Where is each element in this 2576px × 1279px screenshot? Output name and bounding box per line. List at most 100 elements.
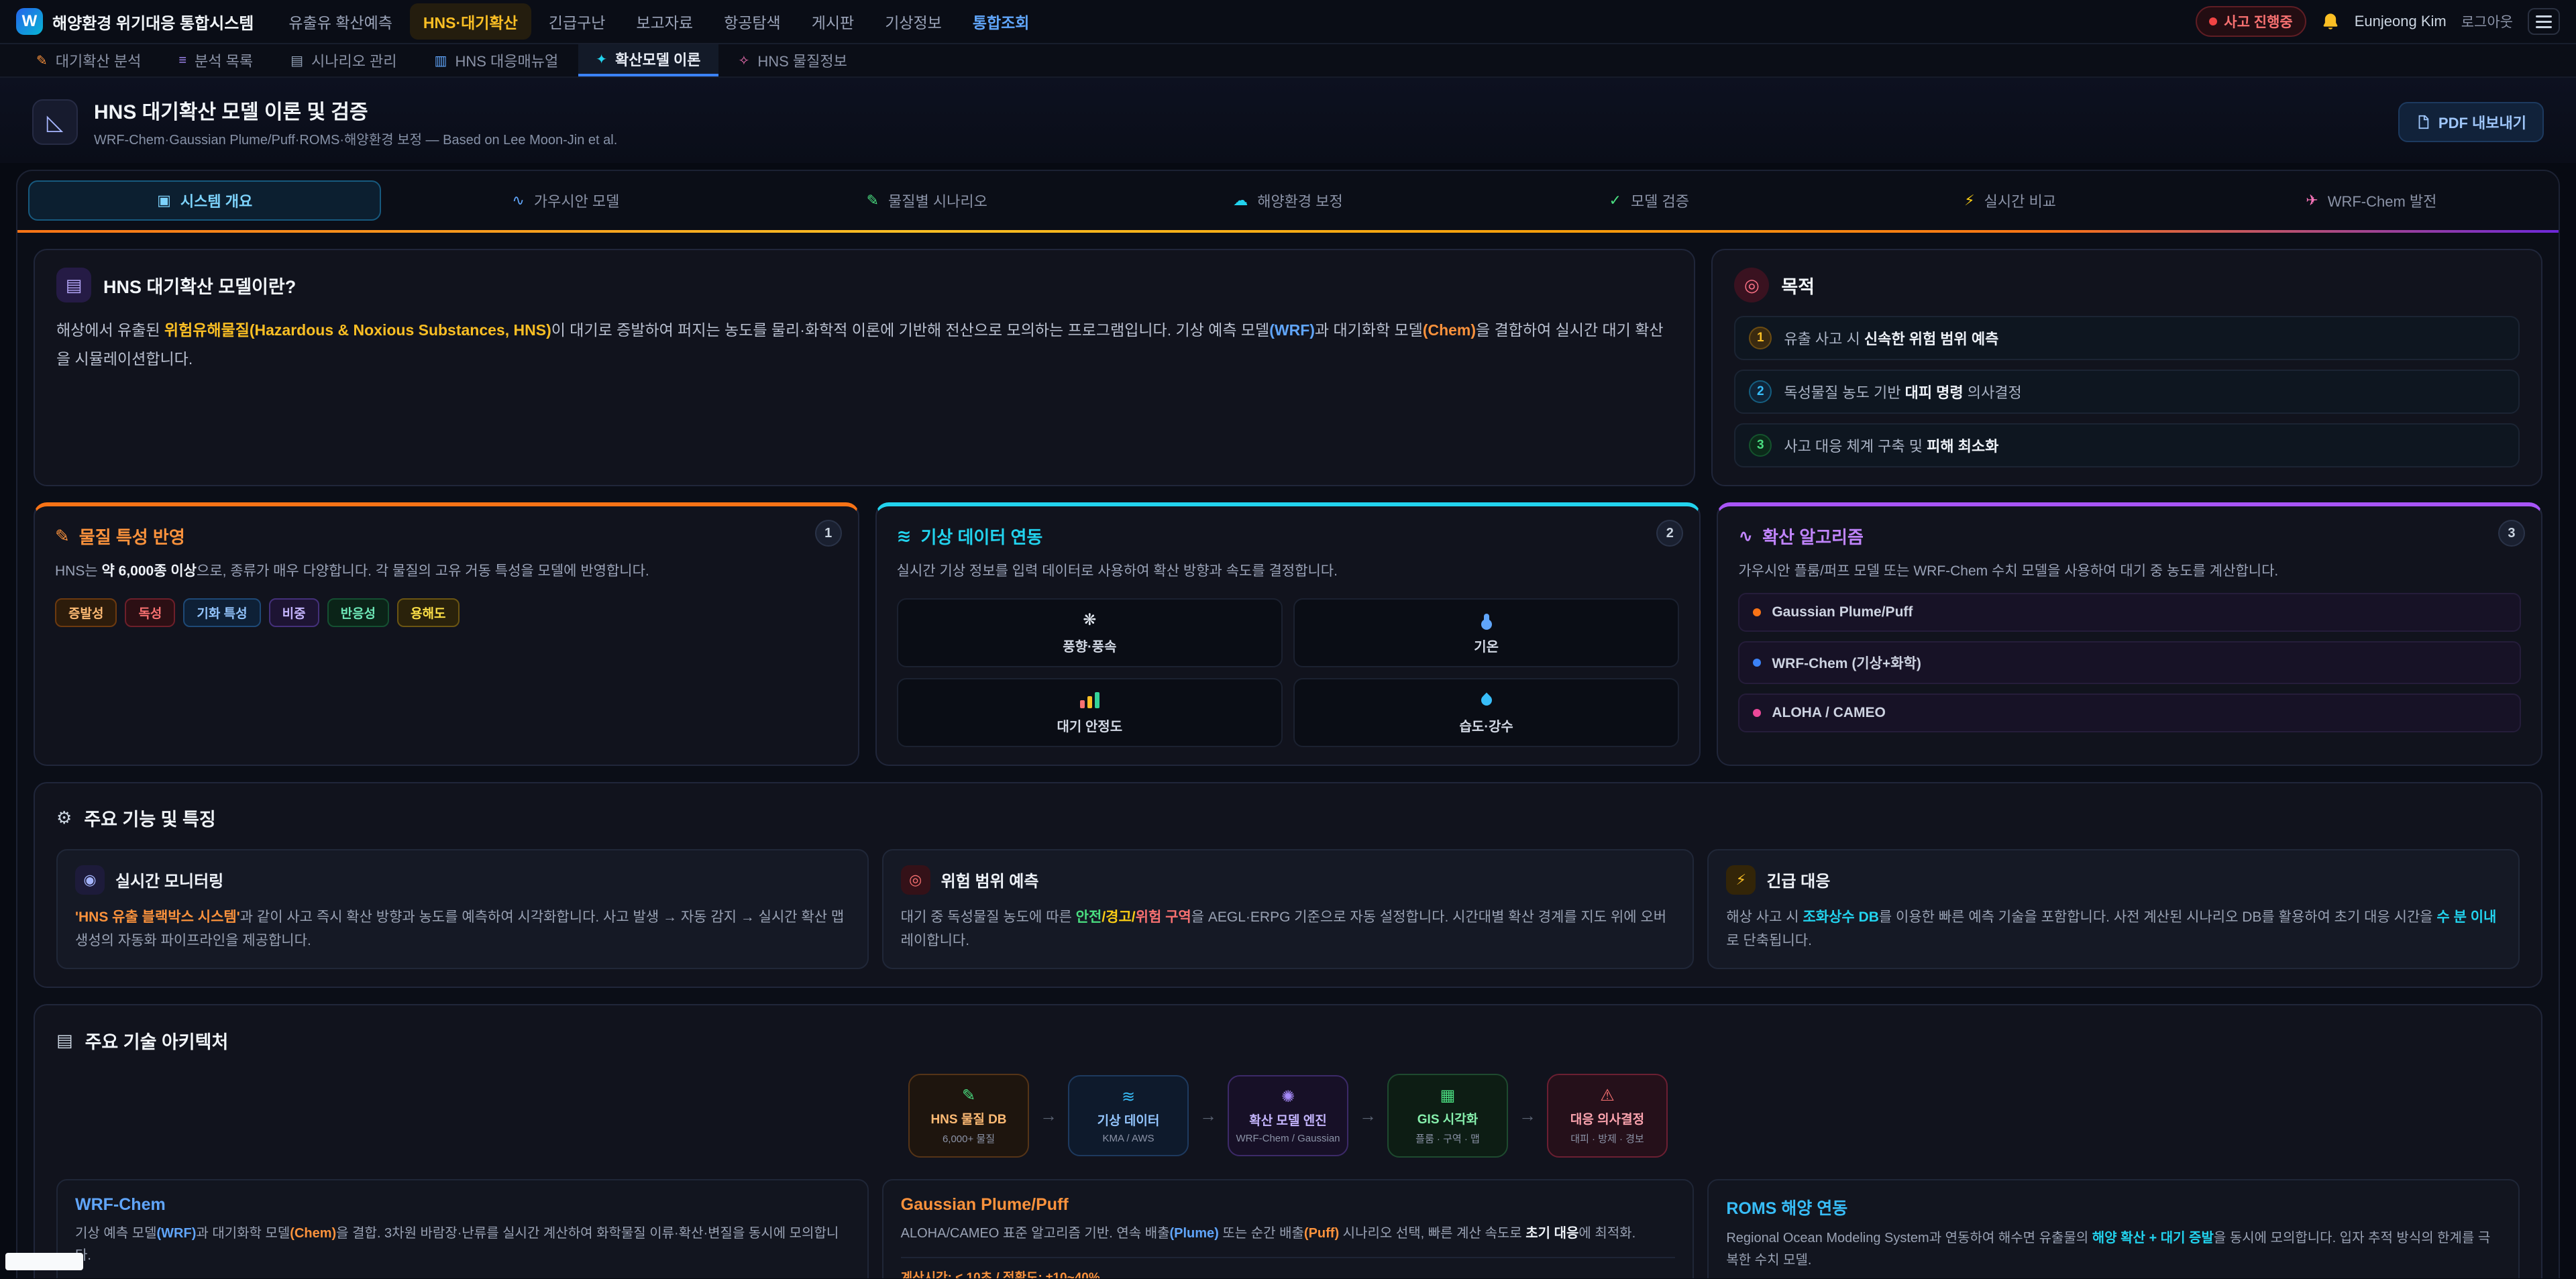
feature-title: 긴급 대응 [1766, 868, 1830, 891]
nav-item-emergency-rescue[interactable]: 긴급구난 [535, 3, 619, 40]
tab-label: WRF-Chem 발전 [2328, 190, 2437, 211]
card-title-row: ∿ 확산 알고리즘 [1738, 524, 2521, 549]
hns-highlight: 위험유해물질(Hazardous & Noxious Substances, H… [164, 321, 551, 339]
tab-label: 시스템 개요 [180, 190, 252, 211]
wind-icon: ❋ [1083, 612, 1096, 629]
top-navbar: W 해양환경 위기대응 통합시스템 유출유 확산예측 HNS·대기확산 긴급구난… [0, 0, 2576, 44]
subnav-item-air-diffusion-analysis[interactable]: ✎ 대기확산 분석 [19, 44, 158, 76]
step-badge: 1 [815, 520, 842, 547]
logout-button[interactable]: 로그아웃 [2461, 11, 2513, 32]
weather-cell-label: 대기 안정도 [1057, 716, 1123, 735]
tab-gaussian-model[interactable]: ∿ 가우시안 모델 [389, 180, 742, 221]
nav-item-integrated-search[interactable]: 통합조회 [959, 3, 1043, 40]
check-icon: ✓ [1609, 192, 1621, 209]
feature-title-row: ⚡ 긴급 대응 [1726, 865, 2501, 895]
feature-title: 위험 범위 예측 [941, 868, 1039, 891]
memo-icon: ▤ [290, 52, 303, 69]
arrow-right-icon: → [1359, 1105, 1377, 1126]
tech-description: Regional Ocean Modeling System과 연동하여 해수면… [1726, 1227, 2501, 1272]
curve-icon: ∿ [1738, 526, 1753, 547]
subnav-item-scenario-management[interactable]: ▤ 시나리오 관리 [273, 44, 414, 76]
intro-header: ▤ HNS 대기확산 모델이란? [56, 268, 1672, 302]
brand-logo-icon: W [16, 8, 43, 35]
weather-cell-label: 습도·강수 [1460, 716, 1513, 735]
weather-icon: ≋ [897, 526, 912, 547]
page-title: HNS 대기확산 모델 이론 및 검증 [94, 95, 617, 125]
purpose-panel: ◎ 목적 1 유출 사고 시 신속한 위험 범위 예측 2 독성물질 농도 기반… [1711, 249, 2542, 486]
algorithm-list: Gaussian Plume/Puff WRF-Chem (기상+화학) ALO… [1738, 593, 2521, 732]
gear-icon: ⚙ [56, 801, 72, 836]
notifications-bell-icon[interactable] [2321, 12, 2340, 31]
tag-evaporative: 증발성 [55, 598, 117, 627]
tab-system-overview[interactable]: ▣ 시스템 개요 [28, 180, 381, 221]
purpose-item: 2 독성물질 농도 기반 대피 명령 의사결정 [1734, 370, 2520, 414]
feature-emergency-response: ⚡ 긴급 대응 해상 사고 시 조화상수 DB를 이용한 빠른 예측 기술을 포… [1707, 849, 2520, 969]
subnav-item-analysis-list[interactable]: ≡ 분석 목록 [161, 44, 270, 76]
tab-model-validation[interactable]: ✓ 모델 검증 [1472, 180, 1825, 221]
menu-hamburger-icon[interactable] [2528, 8, 2560, 35]
card-description: 실시간 기상 정보를 입력 데이터로 사용하여 확산 방향과 속도를 결정합니다… [897, 559, 1680, 583]
tab-realtime-comparison[interactable]: ⚡ 실시간 비교 [1833, 180, 2186, 221]
alert-icon: ⚠ [1600, 1086, 1615, 1105]
nav-item-weather-info[interactable]: 기상정보 [871, 3, 955, 40]
subnav-item-diffusion-model-theory[interactable]: ✦ 확산모델 이론 [578, 44, 718, 76]
purpose-item: 3 사고 대응 체계 구축 및 피해 최소화 [1734, 423, 2520, 467]
weather-grid: ❋ 풍향·풍속 기온 대기 안정도 습도· [897, 598, 1680, 747]
intro-panel: ▤ HNS 대기확산 모델이란? 해상에서 유출된 위험유해물질(Hazardo… [34, 249, 1695, 486]
flow-node-weather-data: ≋ 기상 데이터 KMA / AWS [1068, 1075, 1189, 1156]
tab-label: 해양환경 보정 [1257, 190, 1343, 211]
number-badge: 2 [1749, 380, 1772, 403]
nav-item-hns-air-diffusion[interactable]: HNS·대기확산 [410, 3, 531, 40]
subnav-item-hns-substance-info[interactable]: ✧ HNS 물질정보 [721, 44, 865, 76]
nav-item-oil-spill-prediction[interactable]: 유출유 확산예측 [275, 3, 406, 40]
rocket-icon: ✈ [2306, 192, 2318, 209]
tab-wrf-chem-evolution[interactable]: ✈ WRF-Chem 발전 [2195, 180, 2548, 221]
features-grid: ◉ 실시간 모니터링 'HNS 유출 블랙박스 시스템'과 같이 사고 즉시 확… [56, 849, 2520, 969]
bullet-icon [1753, 709, 1761, 717]
browser-link-preview [5, 1253, 83, 1270]
card-title: 기상 데이터 연동 [920, 524, 1042, 549]
nav-item-board[interactable]: 게시판 [798, 3, 867, 40]
number-badge: 1 [1749, 327, 1772, 349]
tech-description: 기상 예측 모델(WRF)과 대기화학 모델(Chem)을 결합. 3차원 바람… [75, 1223, 850, 1267]
feature-title: 실시간 모니터링 [115, 868, 223, 891]
incident-dot-icon [2209, 17, 2217, 25]
brand-title: 해양환경 위기대응 통합시스템 [52, 10, 254, 34]
substance-properties-card: 1 ✎ 물질 특성 반영 HNS는 약 6,000종 이상으로, 종류가 매우 … [34, 502, 859, 766]
intro-title: HNS 대기확산 모델이란? [103, 272, 296, 298]
arrow-right-icon: → [1199, 1105, 1217, 1126]
tab-content: ▤ HNS 대기확산 모델이란? 해상에서 유출된 위험유해물질(Hazardo… [17, 233, 2559, 1278]
subnav-label: HNS 물질정보 [757, 50, 847, 71]
tech-title: WRF-Chem [75, 1195, 850, 1215]
navbar-right: 사고 진행중 Eunjeong Kim 로그아웃 [2196, 6, 2560, 37]
brand[interactable]: W 해양환경 위기대응 통합시스템 [16, 8, 254, 35]
vial-icon: ✧ [739, 52, 750, 69]
curve-icon: ∿ [512, 192, 524, 209]
nav-item-reports[interactable]: 보고자료 [623, 3, 706, 40]
card-title-row: ≋ 기상 데이터 연동 [897, 524, 1680, 549]
tab-marine-correction[interactable]: ☁ 해양환경 보정 [1112, 180, 1464, 221]
bolt-icon: ⚡ [1726, 865, 1756, 895]
nav-item-aerial-search[interactable]: 항공탐색 [710, 3, 794, 40]
target-icon: ◎ [1734, 268, 1769, 302]
pdf-export-button[interactable]: PDF 내보내기 [2398, 102, 2544, 142]
sub-navbar: ✎ 대기확산 분석 ≡ 분석 목록 ▤ 시나리오 관리 ▥ HNS 대응매뉴얼 … [0, 44, 2576, 78]
subnav-label: 대기확산 분석 [56, 50, 142, 71]
flask-icon: ✦ [596, 51, 607, 68]
list-icon: ≡ [178, 53, 186, 68]
content-container: ▣ 시스템 개요 ∿ 가우시안 모델 ✎ 물질별 시나리오 ☁ 해양환경 보정 … [16, 170, 2560, 1278]
tech-description: ALOHA/CAMEO 표준 알고리즘 기반. 연속 배출(Plume) 또는 … [901, 1223, 1676, 1245]
feature-description: 해상 사고 시 조화상수 DB를 이용한 빠른 예측 기술을 포함합니다. 사전… [1726, 905, 2501, 953]
tag-toxicity: 독성 [125, 598, 175, 627]
subnav-item-response-manual[interactable]: ▥ HNS 대응매뉴얼 [417, 44, 576, 76]
tab-label: 가우시안 모델 [534, 190, 620, 211]
weather-cell-humidity: 습도·강수 [1293, 678, 1679, 747]
tech-wrf-chem: WRF-Chem 기상 예측 모델(WRF)과 대기화학 모델(Chem)을 결… [56, 1179, 869, 1278]
purpose-title: 목적 [1781, 272, 1815, 298]
tab-substance-scenarios[interactable]: ✎ 물질별 시나리오 [751, 180, 1104, 221]
incident-status-badge[interactable]: 사고 진행중 [2196, 6, 2306, 37]
tag-solubility: 용해도 [397, 598, 459, 627]
tech-gaussian-plume-puff: Gaussian Plume/Puff ALOHA/CAMEO 표준 알고리즘 … [882, 1179, 1695, 1278]
tech-title: ROMS 해양 연동 [1726, 1195, 2501, 1219]
purpose-header: ◎ 목적 [1734, 268, 2520, 302]
